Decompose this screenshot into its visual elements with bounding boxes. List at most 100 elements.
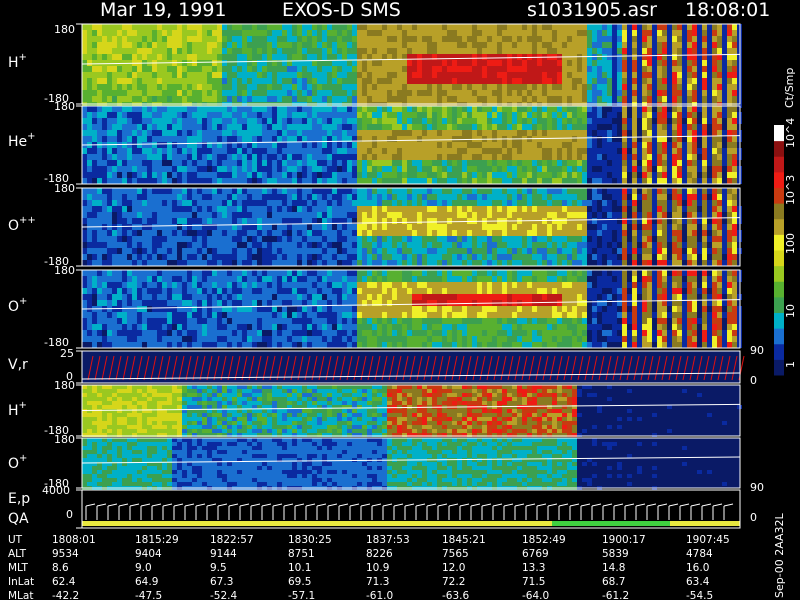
heatmap-cell	[592, 60, 597, 66]
heatmap-cell	[347, 124, 352, 130]
heatmap-cell	[717, 60, 722, 66]
heatmap-cell	[627, 90, 632, 96]
heatmap-cell	[392, 130, 397, 136]
heatmap-cell	[187, 154, 192, 160]
heatmap-cell	[582, 178, 587, 184]
heatmap-cell	[307, 236, 312, 242]
heatmap-cell	[457, 230, 462, 236]
heatmap-cell	[517, 194, 522, 200]
heatmap-cell	[297, 236, 302, 242]
heatmap-cell	[487, 84, 492, 90]
heatmap-cell	[622, 154, 627, 160]
heatmap-cell	[707, 142, 712, 148]
heatmap-cell	[722, 96, 727, 102]
heatmap-cell	[482, 224, 487, 230]
heatmap-cell	[102, 42, 107, 48]
heatmap-cell	[662, 194, 667, 200]
heatmap-cell	[567, 42, 572, 48]
heatmap-cell	[327, 118, 332, 124]
heatmap-cell	[347, 112, 352, 118]
heatmap-cell	[507, 54, 512, 60]
heatmap-cell	[427, 148, 432, 154]
heatmap-cell	[267, 36, 272, 42]
heatmap-cell	[602, 60, 607, 66]
heatmap-cell	[612, 78, 617, 84]
heatmap-cell	[542, 206, 547, 212]
heatmap-cell	[342, 48, 347, 54]
heatmap-cell	[107, 254, 112, 260]
heatmap-cell	[412, 106, 417, 112]
heatmap-cell	[297, 242, 302, 248]
heatmap-cell	[482, 42, 487, 48]
heatmap-cell	[137, 112, 142, 118]
heatmap-cell	[702, 136, 707, 142]
heatmap-cell	[452, 112, 457, 118]
heatmap-cell	[177, 148, 182, 154]
heatmap-cell	[427, 188, 432, 194]
heatmap-cell	[247, 160, 252, 166]
heatmap-cell	[377, 24, 382, 30]
heatmap-cell	[642, 260, 647, 266]
heatmap-cell	[597, 154, 602, 160]
heatmap-cell	[552, 130, 557, 136]
heatmap-cell	[367, 206, 372, 212]
heatmap-cell	[192, 42, 197, 48]
heatmap-cell	[402, 178, 407, 184]
heatmap-cell	[292, 30, 297, 36]
heatmap-cell	[82, 30, 87, 36]
heatmap-cell	[682, 30, 687, 36]
heatmap-cell	[227, 188, 232, 194]
heatmap-cell	[677, 194, 682, 200]
heatmap-cell	[502, 248, 507, 254]
heatmap-cell	[287, 224, 292, 230]
heatmap-cell	[467, 124, 472, 130]
heatmap-cell	[157, 194, 162, 200]
heatmap-cell	[312, 66, 317, 72]
heatmap-cell	[352, 194, 357, 200]
heatmap-cell	[417, 166, 422, 172]
heatmap-cell	[422, 36, 427, 42]
heatmap-cell	[222, 178, 227, 184]
heatmap-cell	[317, 118, 322, 124]
heatmap-cell	[597, 194, 602, 200]
heatmap-cell	[652, 154, 657, 160]
heatmap-cell	[282, 106, 287, 112]
heatmap-cell	[647, 212, 652, 218]
heatmap-cell	[452, 166, 457, 172]
heatmap-cell	[502, 42, 507, 48]
heatmap-cell	[622, 200, 627, 206]
heatmap-cell	[732, 84, 737, 90]
heatmap-cell	[97, 72, 102, 78]
heatmap-cell	[87, 248, 92, 254]
heatmap-cell	[582, 160, 587, 166]
heatmap-cell	[277, 118, 282, 124]
heatmap-cell	[582, 96, 587, 102]
heatmap-cell	[332, 142, 337, 148]
heatmap-cell	[87, 260, 92, 266]
heatmap-cell	[222, 90, 227, 96]
heatmap-cell	[557, 200, 562, 206]
heatmap-cell	[137, 90, 142, 96]
heatmap-cell	[357, 36, 362, 42]
heatmap-cell	[132, 48, 137, 54]
heatmap-cell	[117, 178, 122, 184]
heatmap-cell	[407, 188, 412, 194]
heatmap-cell	[117, 106, 122, 112]
heatmap-cell	[122, 136, 127, 142]
heatmap-cell	[362, 112, 367, 118]
heatmap-cell	[92, 166, 97, 172]
heatmap-cell	[367, 54, 372, 60]
heatmap-cell	[652, 142, 657, 148]
heatmap-cell	[707, 72, 712, 78]
heatmap-cell	[237, 30, 242, 36]
heatmap-cell	[607, 224, 612, 230]
heatmap-cell	[297, 248, 302, 254]
heatmap-cell	[302, 36, 307, 42]
heatmap-cell	[137, 154, 142, 160]
heatmap-cell	[697, 60, 702, 66]
heatmap-cell	[667, 166, 672, 172]
heatmap-cell	[402, 248, 407, 254]
heatmap-cell	[252, 260, 257, 266]
heatmap-cell	[442, 66, 447, 72]
heatmap-cell	[147, 54, 152, 60]
